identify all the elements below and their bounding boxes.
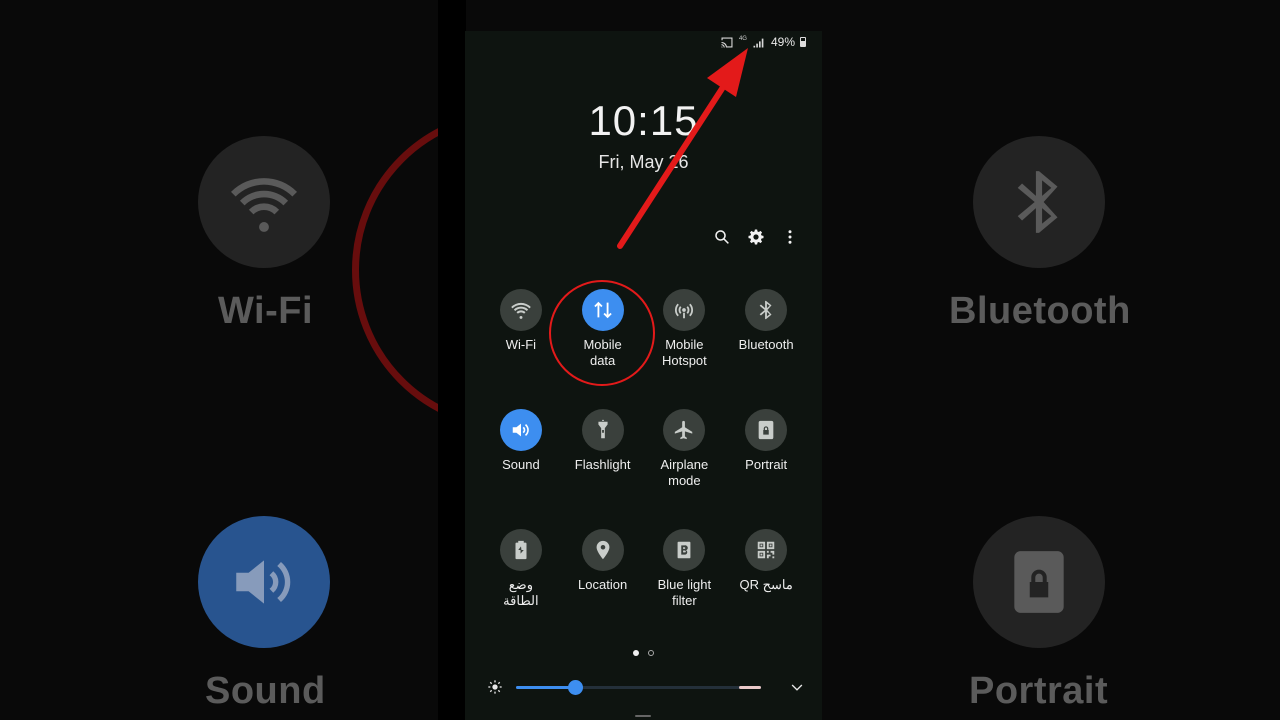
tile-mobile-data-label: Mobile data (583, 337, 622, 368)
tile-flashlight[interactable]: Flashlight (562, 409, 644, 529)
more-options-button[interactable] (780, 227, 800, 247)
brightness-slider[interactable] (516, 680, 761, 695)
tile-mobile-hotspot-button[interactable] (663, 289, 706, 331)
cast-icon (721, 37, 733, 47)
expand-button[interactable] (789, 679, 805, 695)
network-type-label: 4G (738, 36, 747, 42)
tile-power-mode[interactable]: وضع الطاقة (480, 529, 562, 649)
location-icon (596, 540, 610, 560)
tile-location[interactable]: Location (562, 529, 644, 649)
tile-sound-label: Sound (502, 457, 540, 472)
bluetooth-icon (759, 300, 772, 320)
sound-icon (512, 423, 529, 437)
tile-mobile-data[interactable]: Mobile data (562, 289, 644, 409)
battery-percent: 49% (770, 35, 795, 49)
panel-toolbar (712, 227, 800, 247)
gear-icon (748, 229, 764, 245)
power-mode-icon (515, 540, 527, 560)
clock-date: Fri, May 26 (598, 152, 689, 172)
tile-sound-button[interactable] (499, 409, 542, 451)
tile-wifi-button[interactable] (499, 289, 542, 331)
brightness-fill (516, 686, 575, 689)
tile-sound[interactable]: Sound (480, 409, 562, 529)
search-icon (715, 230, 729, 244)
tile-portrait-label: Portrait (745, 457, 788, 472)
battery-icon (800, 37, 806, 47)
tile-qr-scanner-label: QR ماسح (739, 577, 793, 592)
tile-qr-scanner[interactable]: QR ماسح (725, 529, 807, 649)
tile-flashlight-label: Flashlight (574, 457, 631, 472)
tile-qr-scanner-button[interactable] (745, 529, 788, 571)
page-dot-2[interactable] (648, 650, 654, 656)
tile-bluetooth-button[interactable] (745, 289, 788, 331)
qr-icon (757, 541, 775, 559)
tile-location-label: Location (578, 577, 628, 592)
tile-location-button[interactable] (581, 529, 624, 571)
mobile-data-icon (593, 301, 612, 319)
tile-mobile-hotspot-label: Mobile Hotspot (661, 337, 707, 368)
flashlight-icon (598, 419, 608, 439)
more-vertical-icon (788, 230, 792, 244)
blue-light-icon (677, 541, 691, 559)
tile-portrait-button[interactable] (745, 409, 788, 451)
hotspot-icon (675, 303, 694, 319)
search-button[interactable] (712, 227, 732, 247)
page-indicator (465, 650, 822, 656)
brightness-icon (487, 679, 503, 695)
tile-wifi[interactable]: Wi-Fi (480, 289, 562, 409)
tile-flashlight-button[interactable] (581, 409, 624, 451)
quick-settings-grid: Wi-Fi Mobile data Mobile Hotspot Bluetoo… (480, 289, 807, 649)
brightness-track-end (739, 686, 761, 689)
clock-time: 10:15 (588, 97, 699, 144)
tile-bluetooth[interactable]: Bluetooth (725, 289, 807, 409)
tile-airplane-mode-button[interactable] (663, 409, 706, 451)
tile-blue-light-filter-button[interactable] (663, 529, 706, 571)
brightness-thumb[interactable] (567, 680, 583, 695)
tile-power-mode-label: وضع الطاقة (503, 577, 539, 608)
tile-blue-light-filter[interactable]: Blue light filter (644, 529, 726, 649)
tile-mobile-hotspot[interactable]: Mobile Hotspot (644, 289, 726, 409)
bg-divider (438, 0, 466, 720)
tile-blue-light-filter-label: Blue light filter (657, 577, 712, 608)
tile-bluetooth-label: Bluetooth (738, 337, 794, 352)
chevron-down-icon (791, 684, 803, 691)
tile-airplane-mode-label: Airplane mode (660, 457, 709, 488)
status-bar: 4G 49% (720, 35, 806, 49)
wifi-icon (511, 302, 531, 319)
tile-mobile-data-button[interactable] (581, 289, 624, 331)
portrait-lock-icon (758, 420, 774, 440)
tile-airplane-mode[interactable]: Airplane mode (644, 409, 726, 529)
tile-portrait[interactable]: Portrait (725, 409, 807, 529)
page-dot-1[interactable] (633, 650, 639, 656)
quick-settings-panel: 4G 49% 10:15 Fri, May 26 Wi-Fi Mobile da… (465, 31, 822, 720)
airplane-icon (675, 420, 693, 440)
settings-button[interactable] (746, 227, 766, 247)
brightness-control (487, 677, 805, 697)
tile-power-mode-button[interactable] (499, 529, 542, 571)
panel-drag-handle[interactable] (635, 715, 651, 717)
tile-wifi-label: Wi-Fi (505, 337, 537, 352)
signal-icon (753, 38, 764, 47)
